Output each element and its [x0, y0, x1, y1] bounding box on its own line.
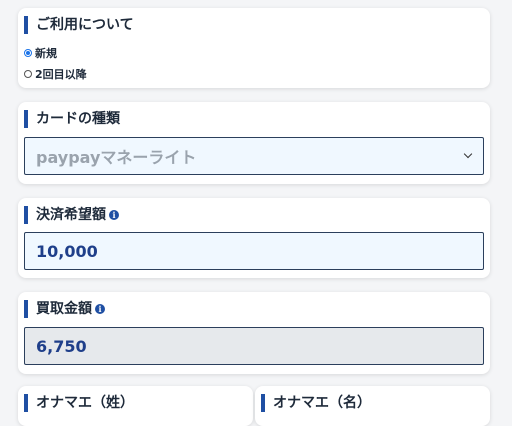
amount-section: 決済希望額 i 10,000 [18, 198, 490, 278]
radio-repeat-label[interactable]: 2回目以降 [35, 66, 87, 82]
purchase-title-row: 買取金額 i [24, 300, 105, 318]
radio-new-indicator[interactable] [24, 49, 32, 57]
first-name-section: オナマエ（名） [255, 386, 490, 426]
radio-repeat-indicator[interactable] [24, 70, 32, 78]
card-type-select[interactable]: paypayマネーライト [24, 137, 484, 175]
last-name-title: オナマエ（姓） [24, 394, 134, 412]
last-name-section: オナマエ（姓） [18, 386, 253, 426]
amount-input[interactable]: 10,000 [24, 232, 484, 270]
usage-section: ご利用について 新規 2回目以降 [18, 8, 490, 88]
card-type-title: カードの種類 [24, 110, 120, 128]
radio-repeat[interactable]: 2回目以降 [24, 66, 87, 82]
amount-input-value: 10,000 [36, 241, 98, 261]
amount-title-row: 決済希望額 i [24, 206, 119, 224]
info-icon[interactable]: i [95, 304, 105, 314]
radio-new-label[interactable]: 新規 [35, 45, 57, 61]
purchase-output-value: 6,750 [36, 336, 87, 356]
purchase-output: 6,750 [24, 327, 484, 365]
purchase-section: 買取金額 i 6,750 [18, 292, 490, 374]
card-type-section: カードの種類 paypayマネーライト [18, 102, 490, 184]
info-icon[interactable]: i [109, 210, 119, 220]
radio-new[interactable]: 新規 [24, 45, 57, 61]
card-type-selected-value: paypayマネーライト [36, 148, 197, 167]
first-name-title: オナマエ（名） [261, 394, 371, 412]
amount-title: 決済希望額 [36, 207, 106, 223]
usage-title: ご利用について [24, 16, 134, 34]
purchase-title: 買取金額 [36, 301, 92, 317]
chevron-down-icon [463, 149, 473, 159]
